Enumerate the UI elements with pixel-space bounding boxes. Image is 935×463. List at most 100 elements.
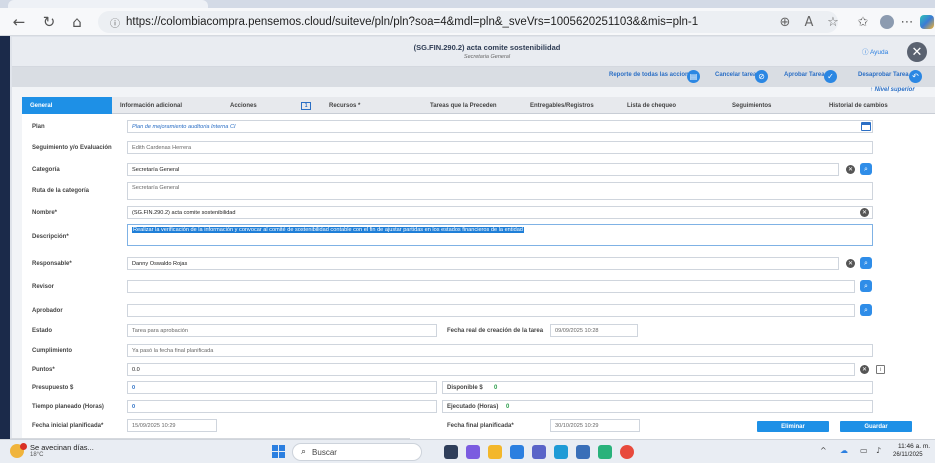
eliminar-button[interactable]: Eliminar xyxy=(757,421,829,432)
more-menu-icon[interactable]: ⋯ xyxy=(896,11,918,33)
ruta-field: Secretaría General xyxy=(127,182,873,200)
undo-icon[interactable]: ↶ xyxy=(909,70,922,83)
tab-general[interactable]: General xyxy=(22,97,112,114)
tab-bar: General Información adicional Acciones 1 … xyxy=(22,97,935,114)
search-aprobador-icon[interactable]: ⌕ xyxy=(860,304,872,316)
modal-subtitle: Secretaria General xyxy=(463,54,511,60)
nombre-field[interactable]: (SG.FIN.290.2) acta comite sostenibilida… xyxy=(127,206,873,219)
estado-field: Tarea para aprobación xyxy=(127,324,437,337)
clock-time[interactable]: 11:46 a. m. xyxy=(898,443,930,450)
fecha-final-field[interactable]: 30/10/2025 10:29 xyxy=(550,419,640,432)
search-categoria-icon[interactable]: ⌕ xyxy=(860,163,872,175)
browser-tab[interactable] xyxy=(8,0,208,8)
disapprove-task-button[interactable]: Desaprobar Tarea xyxy=(858,72,909,78)
task-view-icon[interactable] xyxy=(444,445,458,459)
browser-tabstrip xyxy=(0,0,935,8)
edge-icon[interactable] xyxy=(598,445,612,459)
tab-acciones[interactable]: Acciones 1 xyxy=(230,97,312,114)
home-icon[interactable]: ⌂ xyxy=(66,11,88,33)
fecha-final-label: Fecha final planificada* xyxy=(447,423,514,429)
search-revisor-icon[interactable]: ⌕ xyxy=(860,280,872,292)
chrome-icon[interactable] xyxy=(620,445,634,459)
app-sidebar-strip xyxy=(0,36,10,439)
onedrive-icon[interactable]: ☁ xyxy=(840,446,848,455)
taskbar-search-label: Buscar xyxy=(312,447,337,457)
cancel-task-button[interactable]: Cancelar tarea xyxy=(715,72,756,78)
approve-task-button[interactable]: Aprobar Tarea xyxy=(784,72,825,78)
outlook-icon[interactable] xyxy=(554,445,568,459)
site-info-icon[interactable]: ⓘ xyxy=(110,15,120,30)
tiempo-field[interactable]: 0 xyxy=(127,400,437,413)
address-bar[interactable]: ⓘ https://colombiacompra.pensemos.cloud/… xyxy=(98,11,838,33)
network-icon[interactable]: ▭ xyxy=(860,446,868,455)
tab-lista-chequeo[interactable]: Lista de chequeo xyxy=(627,97,676,114)
calendar-icon[interactable] xyxy=(861,122,871,131)
descripcion-field[interactable]: Realizar la verificación de la informaci… xyxy=(127,224,873,246)
read-aloud-icon[interactable]: A xyxy=(798,11,820,33)
fecha-real-label: Fecha real de creación de la tarea xyxy=(447,328,544,334)
zoom-icon[interactable]: ⊕ xyxy=(774,11,796,33)
copilot-icon[interactable] xyxy=(920,15,934,29)
browser-toolbar: ← ↻ ⌂ ⓘ https://colombiacompra.pensemos.… xyxy=(0,8,935,36)
tab-tareas-preceden[interactable]: Tareas que la Preceden xyxy=(430,97,497,114)
cancel-icon[interactable]: ⊘ xyxy=(755,70,768,83)
plan-label: Plan xyxy=(32,124,45,130)
favorites-list-icon[interactable]: ✩ xyxy=(852,11,874,33)
search-icon: ⌕ xyxy=(301,447,307,457)
weather-title[interactable]: Se avecinan días... xyxy=(30,443,94,452)
acciones-count-badge: 1 xyxy=(300,101,312,110)
teams-icon[interactable] xyxy=(532,445,546,459)
puntos-field[interactable]: 0.0 xyxy=(127,363,855,376)
cumplimiento-label: Cumplimiento xyxy=(32,348,72,354)
task-modal: (SG.FIN.290.2) acta comite sostenibilida… xyxy=(12,37,935,439)
presupuesto-label: Presupuesto $ xyxy=(32,385,74,391)
back-icon[interactable]: ← xyxy=(8,11,30,33)
tab-informacion-adicional[interactable]: Información adicional xyxy=(120,97,182,114)
profile-avatar[interactable] xyxy=(880,15,894,29)
presupuesto-field[interactable]: 0 xyxy=(127,381,437,394)
windows-start-icon[interactable] xyxy=(272,445,285,458)
plan-field[interactable]: Plan de mejoramiento auditoria Interna C… xyxy=(127,120,873,133)
modal-header: (SG.FIN.290.2) acta comite sostenibilida… xyxy=(12,37,935,67)
fecha-inicial-field[interactable]: 15/09/2025 10:29 xyxy=(127,419,217,432)
general-form: Plan Plan de mejoramiento auditoria Inte… xyxy=(22,114,935,439)
store-icon[interactable] xyxy=(576,445,590,459)
address-url: https://colombiacompra.pensemos.cloud/su… xyxy=(126,16,699,28)
modal-title: (SG.FIN.290.2) acta comite sostenibilida… xyxy=(413,43,561,52)
file-explorer-icon[interactable] xyxy=(488,445,502,459)
fecha-real-field: 09/09/2025 10:28 xyxy=(550,324,638,337)
categoria-field[interactable]: Secretaría General xyxy=(127,163,839,176)
clear-nombre-icon[interactable]: ✕ xyxy=(860,208,869,217)
report-icon[interactable]: ▤ xyxy=(687,70,700,83)
report-all-actions-button[interactable]: Reporte de todas las acciones xyxy=(609,72,695,78)
parent-level-link[interactable]: ↑ Nivel superior xyxy=(870,87,915,93)
clear-responsable-icon[interactable]: ✕ xyxy=(846,259,855,268)
search-responsable-icon[interactable]: ⌕ xyxy=(860,257,872,269)
mail-icon[interactable] xyxy=(510,445,524,459)
favorite-icon[interactable]: ☆ xyxy=(822,11,844,33)
help-link[interactable]: ⓘ Ayuda xyxy=(862,46,888,56)
responsable-field[interactable]: Danny Oswaldo Rojas xyxy=(127,257,839,270)
tab-entregables[interactable]: Entregables/Registros xyxy=(530,97,594,114)
seguimiento-field: Edith Cardenas Herrera xyxy=(127,141,873,154)
tab-seguimientos[interactable]: Seguimientos xyxy=(732,97,771,114)
copilot-app-icon[interactable] xyxy=(466,445,480,459)
guardar-button[interactable]: Guardar xyxy=(840,421,912,432)
revisor-field[interactable] xyxy=(127,280,855,293)
clock-date[interactable]: 26/11/2025 xyxy=(893,452,923,458)
check-icon[interactable]: ✓ xyxy=(824,70,837,83)
close-button[interactable]: ✕ xyxy=(907,42,927,62)
puntos-info-icon[interactable]: i xyxy=(876,365,885,374)
descripcion-label: Descripción* xyxy=(32,234,69,240)
tab-historial-cambios[interactable]: Historial de cambios xyxy=(829,97,888,114)
chevron-up-icon[interactable]: ^ xyxy=(820,446,827,455)
volume-icon[interactable]: ♪ xyxy=(876,446,881,455)
aprobador-field[interactable] xyxy=(127,304,855,317)
clear-categoria-icon[interactable]: ✕ xyxy=(846,165,855,174)
tab-recursos[interactable]: Recursos * xyxy=(329,97,360,114)
seguimiento-label: Seguimiento y/o Evaluación xyxy=(32,145,112,151)
clear-puntos-icon[interactable]: ✕ xyxy=(860,365,869,374)
taskbar-search[interactable]: ⌕ Buscar xyxy=(292,443,422,461)
tiempo-label: Tiempo planeado (Horas) xyxy=(32,404,104,410)
reload-icon[interactable]: ↻ xyxy=(38,11,60,33)
